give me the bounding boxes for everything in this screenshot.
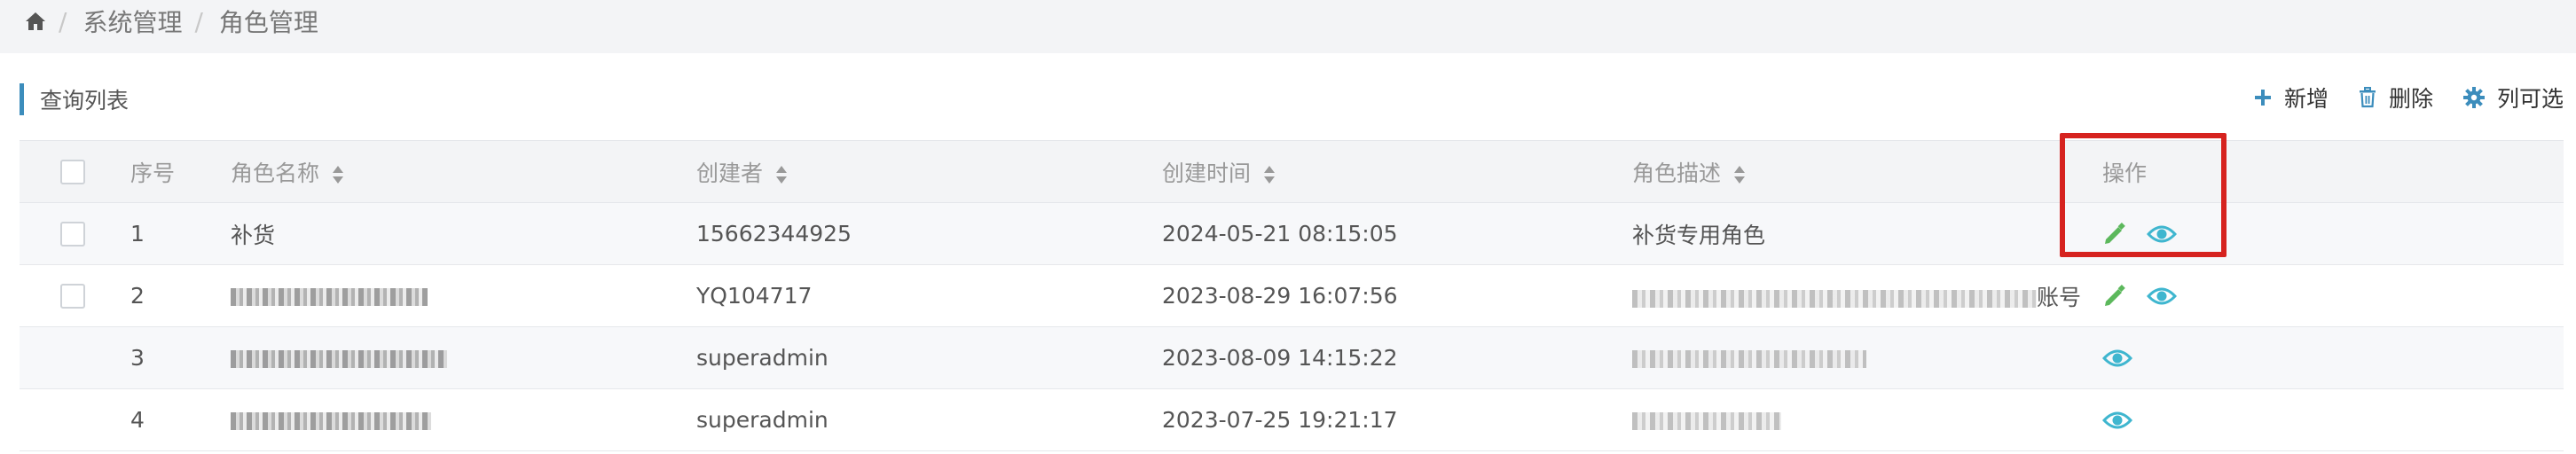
view-eye-icon[interactable] [2102, 410, 2132, 431]
columns-button-label: 列可选 [2496, 86, 2564, 112]
header-role-name[interactable]: 角色名称 [231, 140, 696, 203]
header-creator[interactable]: 创建者 [696, 140, 1162, 203]
sort-icon[interactable] [775, 165, 788, 184]
header-description[interactable]: 角色描述 [1632, 140, 2088, 203]
delete-button[interactable]: 删除 [2359, 82, 2433, 114]
breadcrumb-bar: / 系统管理 / 角色管理 [0, 0, 2576, 53]
cell-index: 2 [130, 264, 231, 327]
table-row: 2 YQ104717 2023-08-29 16:07:56 账号 [20, 264, 2564, 327]
header-index: 序号 [130, 140, 231, 203]
cell-role-name: 补货 [231, 202, 696, 265]
panel-accent-bar [20, 83, 24, 115]
columns-button[interactable]: 列可选 [2462, 82, 2564, 114]
header-creator-label: 创建者 [696, 160, 764, 186]
row-actions [2088, 284, 2564, 309]
select-all-checkbox[interactable] [60, 159, 85, 184]
sort-icon[interactable] [1263, 165, 1276, 184]
cell-created-at: 2023-07-25 19:21:17 [1162, 388, 1632, 451]
cell-index: 1 [130, 202, 231, 265]
row-checkbox[interactable] [60, 221, 85, 247]
annotation-highlight-box [2060, 133, 2227, 257]
redacted-description [1632, 289, 2037, 308]
breadcrumb: / 系统管理 / 角色管理 [25, 0, 318, 43]
table-row: 3 superadmin 2023-08-09 14:15:22 [20, 326, 2564, 389]
header-created-at[interactable]: 创建时间 [1162, 140, 1632, 203]
redacted-description [1632, 412, 1781, 430]
cell-creator: 15662344925 [696, 202, 1162, 265]
row-checkbox[interactable] [60, 283, 85, 309]
row-actions [2088, 410, 2564, 431]
redacted-role-name [231, 288, 428, 306]
header-description-label: 角色描述 [1632, 160, 1722, 186]
sort-icon[interactable] [332, 165, 344, 184]
redacted-role-name [231, 412, 431, 430]
row-actions [2088, 348, 2564, 369]
cell-created-at: 2023-08-09 14:15:22 [1162, 326, 1632, 389]
trash-icon [2359, 87, 2376, 108]
plus-icon [2254, 90, 2271, 106]
cell-index: 3 [130, 326, 231, 389]
view-eye-icon[interactable] [2147, 286, 2177, 307]
delete-button-label: 删除 [2388, 86, 2433, 112]
cell-description: 补货专用角色 [1632, 202, 2088, 265]
table-row: 4 superadmin 2023-07-25 19:21:17 [20, 388, 2564, 451]
edit-pencil-icon[interactable] [2102, 284, 2127, 309]
cell-created-at: 2023-08-29 16:07:56 [1162, 264, 1632, 327]
home-icon[interactable] [25, 12, 46, 31]
header-role-name-label: 角色名称 [231, 160, 320, 186]
toolbar: 新增 删除 列可选 [2254, 80, 2564, 115]
cell-created-at: 2024-05-21 08:15:05 [1162, 202, 1632, 265]
breadcrumb-item-role: 角色管理 [218, 8, 318, 37]
add-button[interactable]: 新增 [2254, 82, 2329, 114]
breadcrumb-item-system[interactable]: 系统管理 [82, 4, 182, 39]
cell-creator: YQ104717 [696, 264, 1162, 327]
redacted-role-name [231, 350, 447, 368]
gear-icon [2462, 87, 2485, 108]
cell-creator: superadmin [696, 388, 1162, 451]
header-created-at-label: 创建时间 [1162, 160, 1252, 186]
panel-header: 查询列表 [20, 83, 129, 115]
breadcrumb-separator: / [194, 6, 203, 36]
view-eye-icon[interactable] [2102, 348, 2132, 369]
cell-description-visible: 账号 [2037, 284, 2082, 310]
redacted-description [1632, 350, 1866, 368]
cell-index: 4 [130, 388, 231, 451]
sort-icon[interactable] [1733, 165, 1746, 184]
panel-title: 查询列表 [40, 88, 130, 114]
cell-creator: superadmin [696, 326, 1162, 389]
add-button-label: 新增 [2283, 86, 2329, 112]
breadcrumb-separator: / [59, 6, 67, 36]
